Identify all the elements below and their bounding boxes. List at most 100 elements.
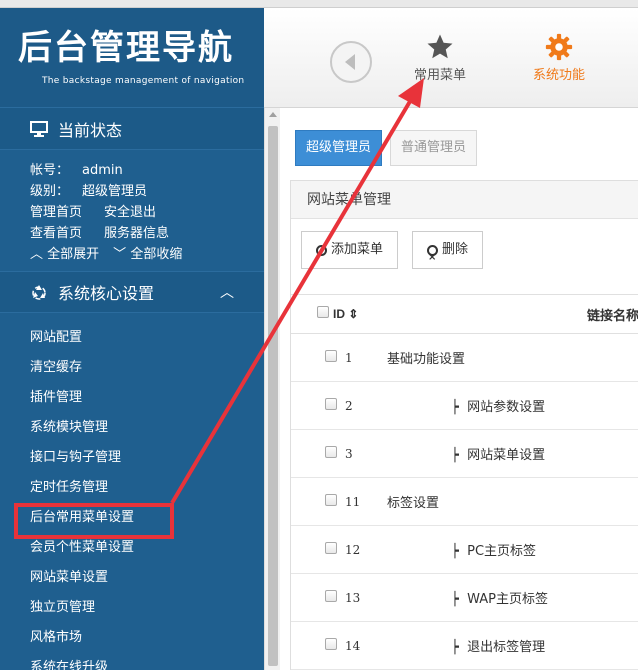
row-name: 标签设置 (387, 496, 440, 511)
safe-logout-link[interactable]: 安全退出 (104, 202, 156, 223)
chevron-up-icon: ︿ (30, 247, 44, 262)
delete-label: 删除 (442, 242, 469, 257)
menu-table: ID ⇕ 链接名称 1 基础功能设置 2 ┝ 网站参数设置 3 ┝ 网站菜单设置… (291, 289, 638, 670)
status-section-title: 当前状态 (58, 120, 123, 140)
account-row: 帐号： admin (30, 160, 264, 181)
brand-logo: 后台管理导航 The backstage management of navig… (0, 8, 264, 108)
role-tabs: 超级管理员 普通管理员 (295, 130, 478, 166)
main-content: 超级管理员 普通管理员 网站菜单管理 添加菜单 删除 ID ⇕ 链接名称 1 (280, 108, 638, 670)
row-name-text: 网站菜单设置 (467, 448, 546, 463)
nav-common-menu-label: 常用菜单 (413, 68, 466, 83)
quick-links-row-2: 查看首页 服务器信息 (30, 223, 264, 244)
status-info: 帐号： admin 级别： 超级管理员 管理首页 安全退出 查看首页 服务器信息… (0, 150, 264, 265)
sidebar-scrollbar[interactable] (264, 108, 280, 670)
server-info-link[interactable]: 服务器信息 (104, 223, 169, 244)
table-row: 14 ┝ 退出标签管理 (291, 622, 638, 670)
menu-management-panel: 网站菜单管理 添加菜单 删除 ID ⇕ 链接名称 1 基础功能设置 (290, 180, 638, 670)
row-name: ┝ WAP主页标签 (387, 588, 638, 607)
table-row: 11 标签设置 (291, 478, 638, 526)
delete-icon (427, 240, 439, 276)
scroll-up-arrow-icon[interactable] (269, 112, 277, 117)
table-row: 2 ┝ 网站参数设置 (291, 382, 638, 430)
delete-button[interactable]: 删除 (412, 231, 484, 276)
sidebar: 后台管理导航 The backstage management of navig… (0, 8, 264, 670)
core-section-header[interactable]: 系统核心设置 ︿ (0, 271, 264, 313)
menu-item-single-page[interactable]: 独立页管理 (0, 593, 264, 623)
view-home-link[interactable]: 查看首页 (30, 223, 82, 244)
row-id: 12 (345, 542, 361, 557)
tab-super-admin[interactable]: 超级管理员 (295, 130, 383, 166)
row-id: 1 (345, 350, 353, 365)
back-arrow-icon (344, 54, 355, 70)
menu-item-site-menu[interactable]: 网站菜单设置 (0, 563, 264, 593)
add-icon (316, 244, 327, 256)
menu-item-clear-cache[interactable]: 清空缓存 (0, 353, 264, 383)
row-id: 14 (345, 638, 361, 653)
row-id: 3 (345, 446, 353, 461)
menu-item-site-config[interactable]: 网站配置 (0, 323, 264, 353)
table-header: ID ⇕ 链接名称 (291, 294, 638, 334)
row-name: ┝ 网站参数设置 (387, 396, 638, 415)
row-name: ┝ 网站菜单设置 (387, 444, 638, 463)
collapse-chevron-icon[interactable]: ︿ (220, 282, 234, 302)
id-header-label: ID (333, 307, 345, 321)
top-navigation: 常用菜单 系统功能 (264, 8, 638, 108)
chevron-down-icon: ﹀ (113, 247, 127, 262)
menu-item-cron-manage[interactable]: 定时任务管理 (0, 473, 264, 503)
tree-branch-icon: ┝ (451, 448, 459, 463)
admin-home-link[interactable]: 管理首页 (30, 202, 82, 223)
account-value: admin (82, 163, 123, 178)
tree-branch-icon: ┝ (451, 400, 459, 415)
brand-subtitle: The backstage management of navigation (42, 76, 245, 86)
scrollbar-thumb[interactable] (268, 126, 278, 666)
table-row: 3 ┝ 网站菜单设置 (291, 430, 638, 478)
row-id: 2 (345, 398, 353, 413)
quick-links-row-1: 管理首页 安全退出 (30, 202, 264, 223)
collapse-all-link[interactable]: ﹀ 全部收缩 (113, 244, 182, 265)
nav-system-function-label: 系统功能 (532, 68, 585, 83)
row-id: 11 (345, 494, 361, 509)
tree-branch-icon: ┝ (451, 592, 459, 607)
nav-system-function[interactable]: 系统功能 (519, 30, 599, 83)
level-row: 级别： 超级管理员 (30, 181, 264, 202)
table-row: 13 ┝ WAP主页标签 (291, 574, 638, 622)
tab-normal-admin[interactable]: 普通管理员 (390, 130, 478, 166)
id-column-header[interactable]: ID ⇕ (327, 307, 387, 321)
core-menu-list: 网站配置 清空缓存 插件管理 系统模块管理 接口与钩子管理 定时任务管理 后台常… (0, 313, 264, 670)
status-section-header[interactable]: 当前状态 (0, 108, 264, 150)
menu-item-module-manage[interactable]: 系统模块管理 (0, 413, 264, 443)
row-name-text: WAP主页标签 (467, 592, 549, 607)
sort-icon[interactable]: ⇕ (348, 307, 358, 321)
recycle-icon (30, 284, 48, 300)
row-name: 基础功能设置 (387, 352, 466, 367)
star-icon (400, 30, 480, 64)
menu-item-hooks-manage[interactable]: 接口与钩子管理 (0, 443, 264, 473)
core-section-title: 系统核心设置 (58, 284, 155, 303)
tree-branch-icon: ┝ (451, 544, 459, 559)
panel-title: 网站菜单管理 (291, 181, 638, 219)
panel-toolbar: 添加菜单 删除 (291, 219, 638, 276)
row-name: ┝ PC主页标签 (387, 540, 638, 559)
table-row: 1 基础功能设置 (291, 334, 638, 382)
monitor-icon (30, 120, 48, 137)
menu-item-theme-market[interactable]: 风格市场 (0, 623, 264, 653)
level-value: 超级管理员 (82, 184, 148, 199)
nav-common-menu[interactable]: 常用菜单 (400, 30, 480, 83)
row-name-text: 网站参数设置 (467, 400, 546, 415)
back-button[interactable] (330, 41, 372, 83)
table-row: 12 ┝ PC主页标签 (291, 526, 638, 574)
row-id: 13 (345, 590, 361, 605)
add-menu-label: 添加菜单 (331, 242, 384, 257)
link-name-column-header: 链接名称 (587, 308, 638, 324)
menu-item-online-upgrade[interactable]: 系统在线升级 (0, 653, 264, 670)
row-name-text: 退出标签管理 (467, 640, 546, 655)
expand-all-label: 全部展开 (47, 247, 100, 262)
add-menu-button[interactable]: 添加菜单 (301, 231, 399, 269)
menu-item-plugin-manage[interactable]: 插件管理 (0, 383, 264, 413)
tree-branch-icon: ┝ (451, 640, 459, 655)
annotation-highlight-box (14, 503, 174, 539)
row-name-text: PC主页标签 (467, 544, 537, 559)
expand-all-link[interactable]: ︿ 全部展开 (30, 244, 99, 265)
row-name: ┝ 退出标签管理 (387, 636, 638, 655)
account-label: 帐号： (30, 163, 70, 178)
